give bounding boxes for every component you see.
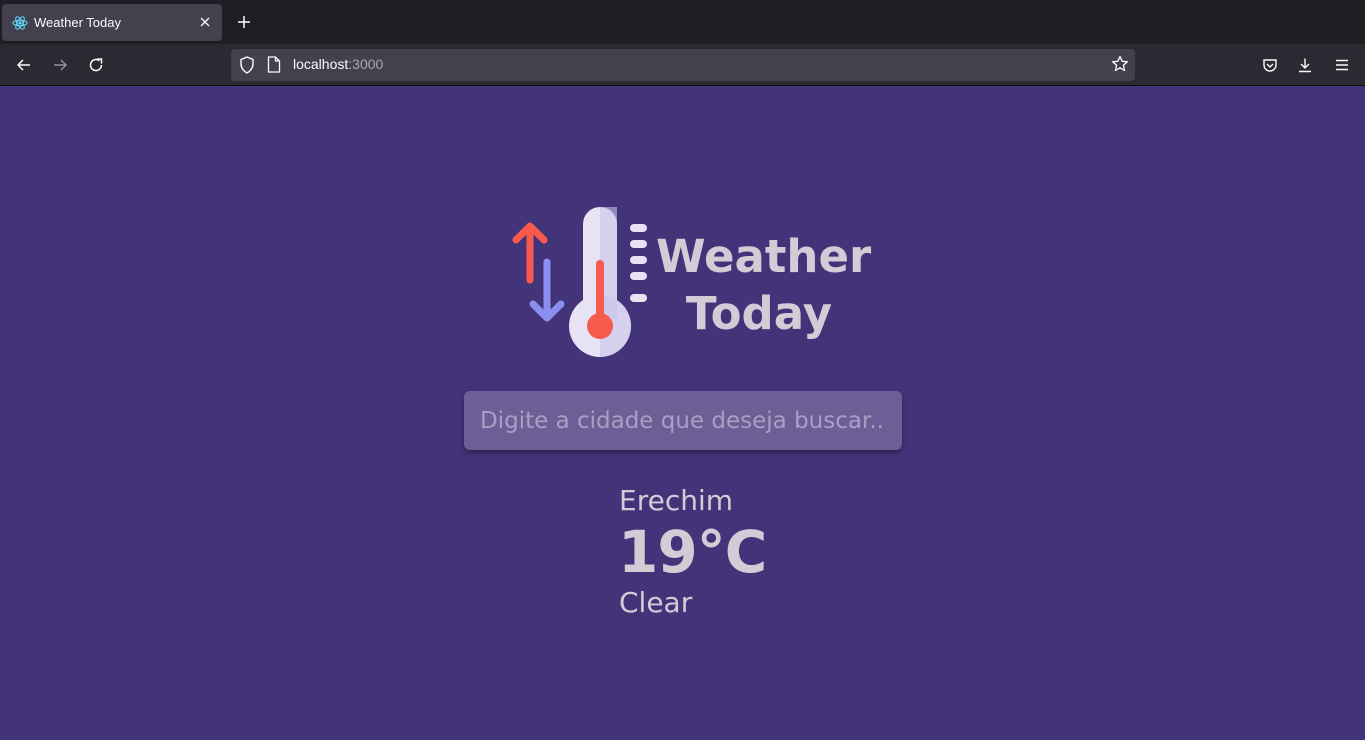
download-icon[interactable] [1294,54,1316,76]
thermometer-icon [512,207,647,357]
forward-icon[interactable] [49,54,71,76]
shield-icon[interactable] [239,56,255,78]
page-icon [267,56,281,77]
url-text[interactable]: localhost:3000 [293,56,383,72]
tab-bar: Weather Today [0,0,1365,44]
temperature: 19°C [618,518,767,586]
star-icon[interactable] [1111,55,1129,77]
url-bar[interactable]: localhost:3000 [231,49,1135,81]
close-icon[interactable] [196,13,214,31]
url-host: localhost [293,56,349,72]
logo-text: Weather Today [656,228,872,342]
pocket-icon[interactable] [1259,54,1281,76]
plus-icon[interactable] [233,11,255,33]
city-name: Erechim [619,484,734,517]
back-icon[interactable] [13,54,35,76]
reload-icon[interactable] [85,54,107,76]
logo-line-2: Today [685,287,833,340]
navigation-bar: localhost:3000 [0,44,1365,86]
app-logo: Weather Today [508,204,872,360]
tab-weather-today[interactable]: Weather Today [2,4,222,41]
logo-line-1: Weather [656,230,872,283]
url-port: :3000 [348,56,384,72]
weather-condition: Clear [619,586,693,619]
city-search-input[interactable] [464,391,902,450]
tab-title: Weather Today [34,15,121,30]
menu-icon[interactable] [1331,54,1353,76]
react-favicon-icon [12,15,28,31]
